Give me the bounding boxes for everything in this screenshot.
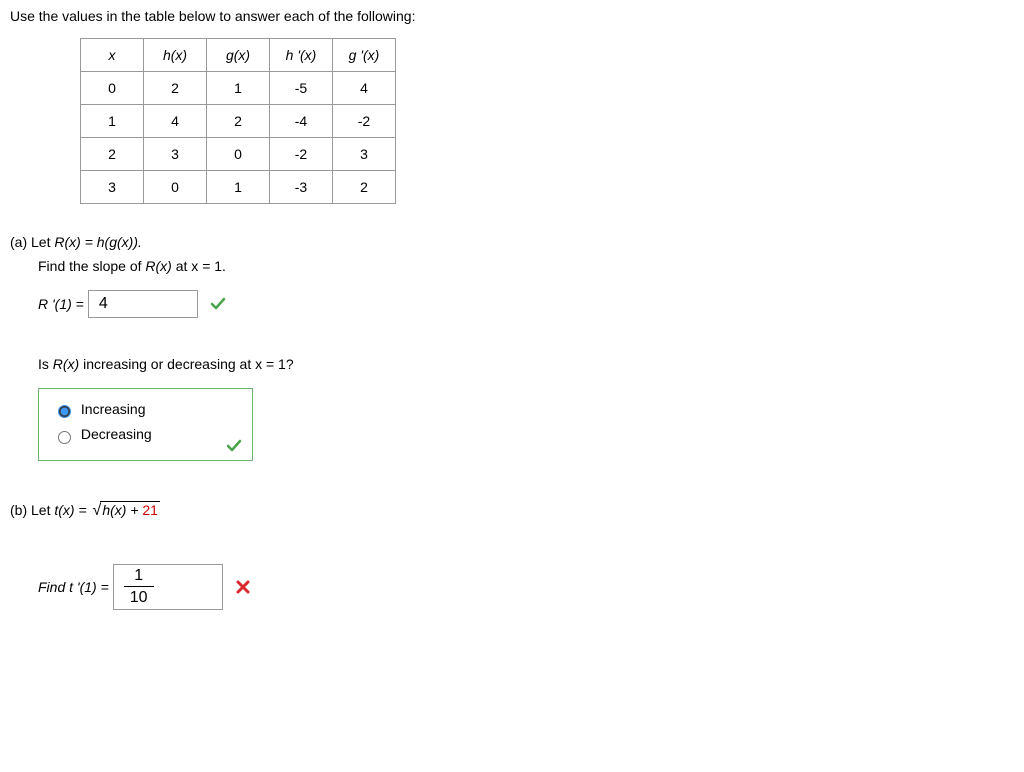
col-h-gx: g(x) xyxy=(207,39,270,72)
rprime-label: R '(1) = xyxy=(38,296,84,312)
cell: -2 xyxy=(270,138,333,171)
tprime-input[interactable]: 1 10 xyxy=(113,564,223,610)
part-a-definition: (a) Let R(x) = h(g(x)). xyxy=(10,234,1014,250)
col-h-hx: h(x) xyxy=(144,39,207,72)
part-a-answer-row: R '(1) = 4 xyxy=(38,290,226,318)
table-row: 1 4 2 -4 -2 xyxy=(81,105,396,138)
sqrt-expr: h(x) + 21 xyxy=(91,501,160,520)
radio-decreasing-label: Decreasing xyxy=(81,426,152,442)
cell: -3 xyxy=(270,171,333,204)
radio-decreasing[interactable]: Decreasing xyxy=(53,426,240,443)
part-b-label: (b) Let xyxy=(10,502,54,518)
radio-group: Increasing Decreasing xyxy=(38,388,253,461)
r-func-sym: R xyxy=(54,234,64,250)
table-row: 0 2 1 -5 4 xyxy=(81,72,396,105)
q2-func: R(x) xyxy=(53,356,79,372)
cell: 2 xyxy=(81,138,144,171)
cell: -2 xyxy=(333,105,396,138)
cell: 0 xyxy=(81,72,144,105)
q1-func: R(x) xyxy=(145,258,171,274)
rprime-input[interactable]: 4 xyxy=(88,290,198,318)
tprime-label: Find t '(1) = xyxy=(38,579,109,595)
q2-post: increasing or decreasing at x = 1? xyxy=(79,356,293,372)
table-row: 2 3 0 -2 3 xyxy=(81,138,396,171)
cell: 2 xyxy=(207,105,270,138)
radicand: h(x) + xyxy=(102,502,142,518)
col-h-x: x xyxy=(81,39,144,72)
part-b-definition: (b) Let t(x) = h(x) + 21 xyxy=(10,501,1014,520)
cell: 2 xyxy=(144,72,207,105)
part-b: (b) Let t(x) = h(x) + 21 Find t '(1) = 1… xyxy=(10,501,1014,618)
radio-increasing-label: Increasing xyxy=(81,401,146,417)
function-table: x h(x) g(x) h '(x) g '(x) 0 2 1 -5 4 1 4… xyxy=(80,38,396,204)
q1-pre: Find the slope of xyxy=(38,258,145,274)
cell: 4 xyxy=(144,105,207,138)
part-a-label: (a) Let xyxy=(10,234,54,250)
cell: 1 xyxy=(207,171,270,204)
cell: 3 xyxy=(144,138,207,171)
radicand-const: 21 xyxy=(142,502,158,518)
radio-increasing-input[interactable] xyxy=(58,405,71,418)
cell: -4 xyxy=(270,105,333,138)
prompt-text: Use the values in the table below to ans… xyxy=(10,8,1014,24)
cell: 1 xyxy=(81,105,144,138)
q2-pre: Is xyxy=(38,356,53,372)
cell: 2 xyxy=(333,171,396,204)
part-b-answer-row: Find t '(1) = 1 10 xyxy=(38,564,251,610)
part-a-q1: Find the slope of R(x) at x = 1. xyxy=(38,258,1014,274)
tprime-fraction: 1 10 xyxy=(124,567,154,607)
q1-post: at x = 1. xyxy=(172,258,226,274)
cell: 1 xyxy=(207,72,270,105)
col-h-hpx: h '(x) xyxy=(270,39,333,72)
tprime-numer: 1 xyxy=(124,567,154,588)
cell: 0 xyxy=(207,138,270,171)
col-h-gpx: g '(x) xyxy=(333,39,396,72)
cell: -5 xyxy=(270,72,333,105)
radio-decreasing-input[interactable] xyxy=(58,431,71,444)
x-icon xyxy=(235,579,251,595)
part-a-q2: Is R(x) increasing or decreasing at x = … xyxy=(38,356,1014,372)
cell: 3 xyxy=(81,171,144,204)
table-row: 3 0 1 -3 2 xyxy=(81,171,396,204)
radio-increasing[interactable]: Increasing xyxy=(53,401,240,418)
cell: 4 xyxy=(333,72,396,105)
cell: 0 xyxy=(144,171,207,204)
checkmark-icon xyxy=(210,296,226,312)
checkmark-icon xyxy=(226,438,242,454)
table-header-row: x h(x) g(x) h '(x) g '(x) xyxy=(81,39,396,72)
cell: 3 xyxy=(333,138,396,171)
t-lhs: t(x) = xyxy=(54,502,90,518)
r-func-expr: (x) = h(g(x)). xyxy=(64,234,141,250)
tprime-denom: 10 xyxy=(124,587,154,607)
part-a: (a) Let R(x) = h(g(x)). Find the slope o… xyxy=(10,234,1014,461)
